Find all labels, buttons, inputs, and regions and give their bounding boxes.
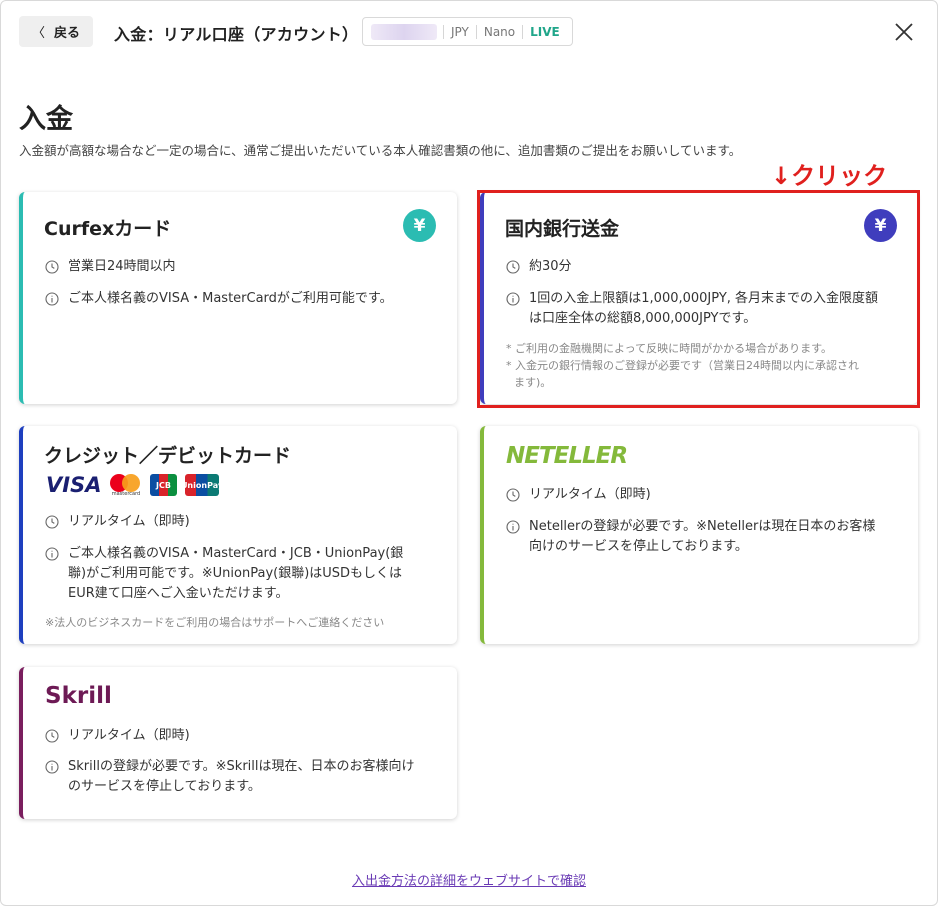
- credit-time: リアルタイム（即時): [68, 514, 190, 529]
- neteller-info-line: Netellerの登録が必要です。※Netellerは現在日本のお客様: [529, 519, 876, 534]
- credit-card-title: クレジット／デビットカード: [44, 445, 292, 467]
- account-type: Nano: [475, 24, 522, 39]
- credit-info-line: ご本人様名義のVISA・MasterCard・JCB・UnionPay(銀: [68, 546, 404, 561]
- info-icon: [45, 760, 59, 774]
- unionpay-logo: UnionPay: [181, 474, 223, 496]
- skrill-info-line: のサービスを停止しております。: [68, 779, 261, 794]
- clock-icon: [45, 515, 59, 529]
- credit-debit-card[interactable]: クレジット／デビットカード VISA mastercard JCB UnionP…: [19, 426, 457, 644]
- neteller-time-row: リアルタイム（即時): [506, 485, 651, 505]
- curfex-card-title: Curfexカード: [44, 218, 172, 240]
- page-description: 入金額が高額な場合など一定の場合に、通常ご提出いただいている本人確認書類の他に、…: [19, 143, 742, 158]
- credit-note: ※法人のビジネスカードをご利用の場合はサポートへご連絡ください: [45, 616, 385, 629]
- neteller-time: リアルタイム（即時): [529, 487, 651, 502]
- account-number-redacted: [371, 23, 437, 40]
- curfex-time-row: 営業日24時間以内: [45, 257, 176, 277]
- account-mode: LIVE: [522, 24, 567, 39]
- neteller-card[interactable]: NETELLER リアルタイム（即時) Netellerの登録が必要です。※Ne…: [480, 426, 918, 644]
- skrill-info-row: Skrillの登録が必要です。※Skrillは現在、日本のお客様向け のサービス…: [45, 757, 415, 797]
- neteller-info: Netellerの登録が必要です。※Netellerは現在日本のお客様 向けのサ…: [529, 517, 875, 557]
- mastercard-logo: mastercard: [110, 474, 142, 498]
- credit-info: ご本人様名義のVISA・MasterCard・JCB・UnionPay(銀 聯)…: [68, 544, 403, 604]
- back-button[interactable]: 〈 戻る: [19, 16, 93, 47]
- close-button[interactable]: [892, 20, 916, 44]
- clock-icon: [45, 260, 59, 274]
- neteller-info-line: 向けのサービスを停止しております。: [529, 539, 748, 554]
- credit-time-row: リアルタイム（即時): [45, 512, 190, 532]
- page-title: 入金: [19, 104, 73, 135]
- deposit-methods-link[interactable]: 入出金方法の詳細をウェブサイトで確認: [0, 870, 938, 889]
- click-highlight-box: [477, 190, 920, 408]
- clock-icon: [45, 729, 59, 743]
- skrill-time: リアルタイム（即時): [68, 728, 190, 743]
- skrill-info-line: Skrillの登録が必要です。※Skrillは現在、日本のお客様向け: [68, 759, 415, 774]
- clock-icon: [506, 488, 520, 502]
- account-pill: JPY Nano LIVE: [362, 17, 573, 46]
- curfex-time: 営業日24時間以内: [68, 259, 176, 274]
- mastercard-text: mastercard: [111, 491, 141, 497]
- info-icon: [45, 292, 59, 306]
- account-currency: JPY: [443, 24, 476, 39]
- chevron-left-icon: 〈: [31, 26, 45, 41]
- skrill-time-row: リアルタイム（即時): [45, 726, 190, 746]
- jcb-logo: JCB: [150, 474, 177, 496]
- credit-info-line: 聯)がご利用可能です。※UnionPay(銀聯)はUSDもしくは: [68, 566, 403, 581]
- credit-info-row: ご本人様名義のVISA・MasterCard・JCB・UnionPay(銀 聯)…: [45, 544, 403, 604]
- skrill-logo: Skrill: [45, 683, 112, 709]
- click-annotation: ↓クリック: [771, 162, 888, 190]
- info-icon: [45, 547, 59, 561]
- neteller-logo: NETELLER: [506, 443, 628, 469]
- neteller-info-row: Netellerの登録が必要です。※Netellerは現在日本のお客様 向けのサ…: [506, 517, 875, 557]
- header-title: 入金：リアル口座（アカウント）: [114, 25, 359, 44]
- skrill-card[interactable]: Skrill リアルタイム（即時) Skrillの登録が必要です。※Skrill…: [19, 667, 457, 819]
- skrill-info: Skrillの登録が必要です。※Skrillは現在、日本のお客様向け のサービス…: [68, 757, 415, 797]
- curfex-card[interactable]: Curfexカード ¥ 営業日24時間以内 ご本人様名義のVISA・Master…: [19, 192, 457, 404]
- curfex-info-row: ご本人様名義のVISA・MasterCardがご利用可能です。: [45, 289, 393, 309]
- yen-icon: ¥: [403, 209, 436, 242]
- close-icon: [895, 23, 913, 41]
- curfex-info: ご本人様名義のVISA・MasterCardがご利用可能です。: [68, 291, 393, 306]
- visa-logo: VISA: [46, 473, 102, 497]
- credit-info-line: EUR建て口座へご入金いただけます。: [68, 586, 289, 601]
- back-label: 戻る: [54, 26, 81, 41]
- info-icon: [506, 520, 520, 534]
